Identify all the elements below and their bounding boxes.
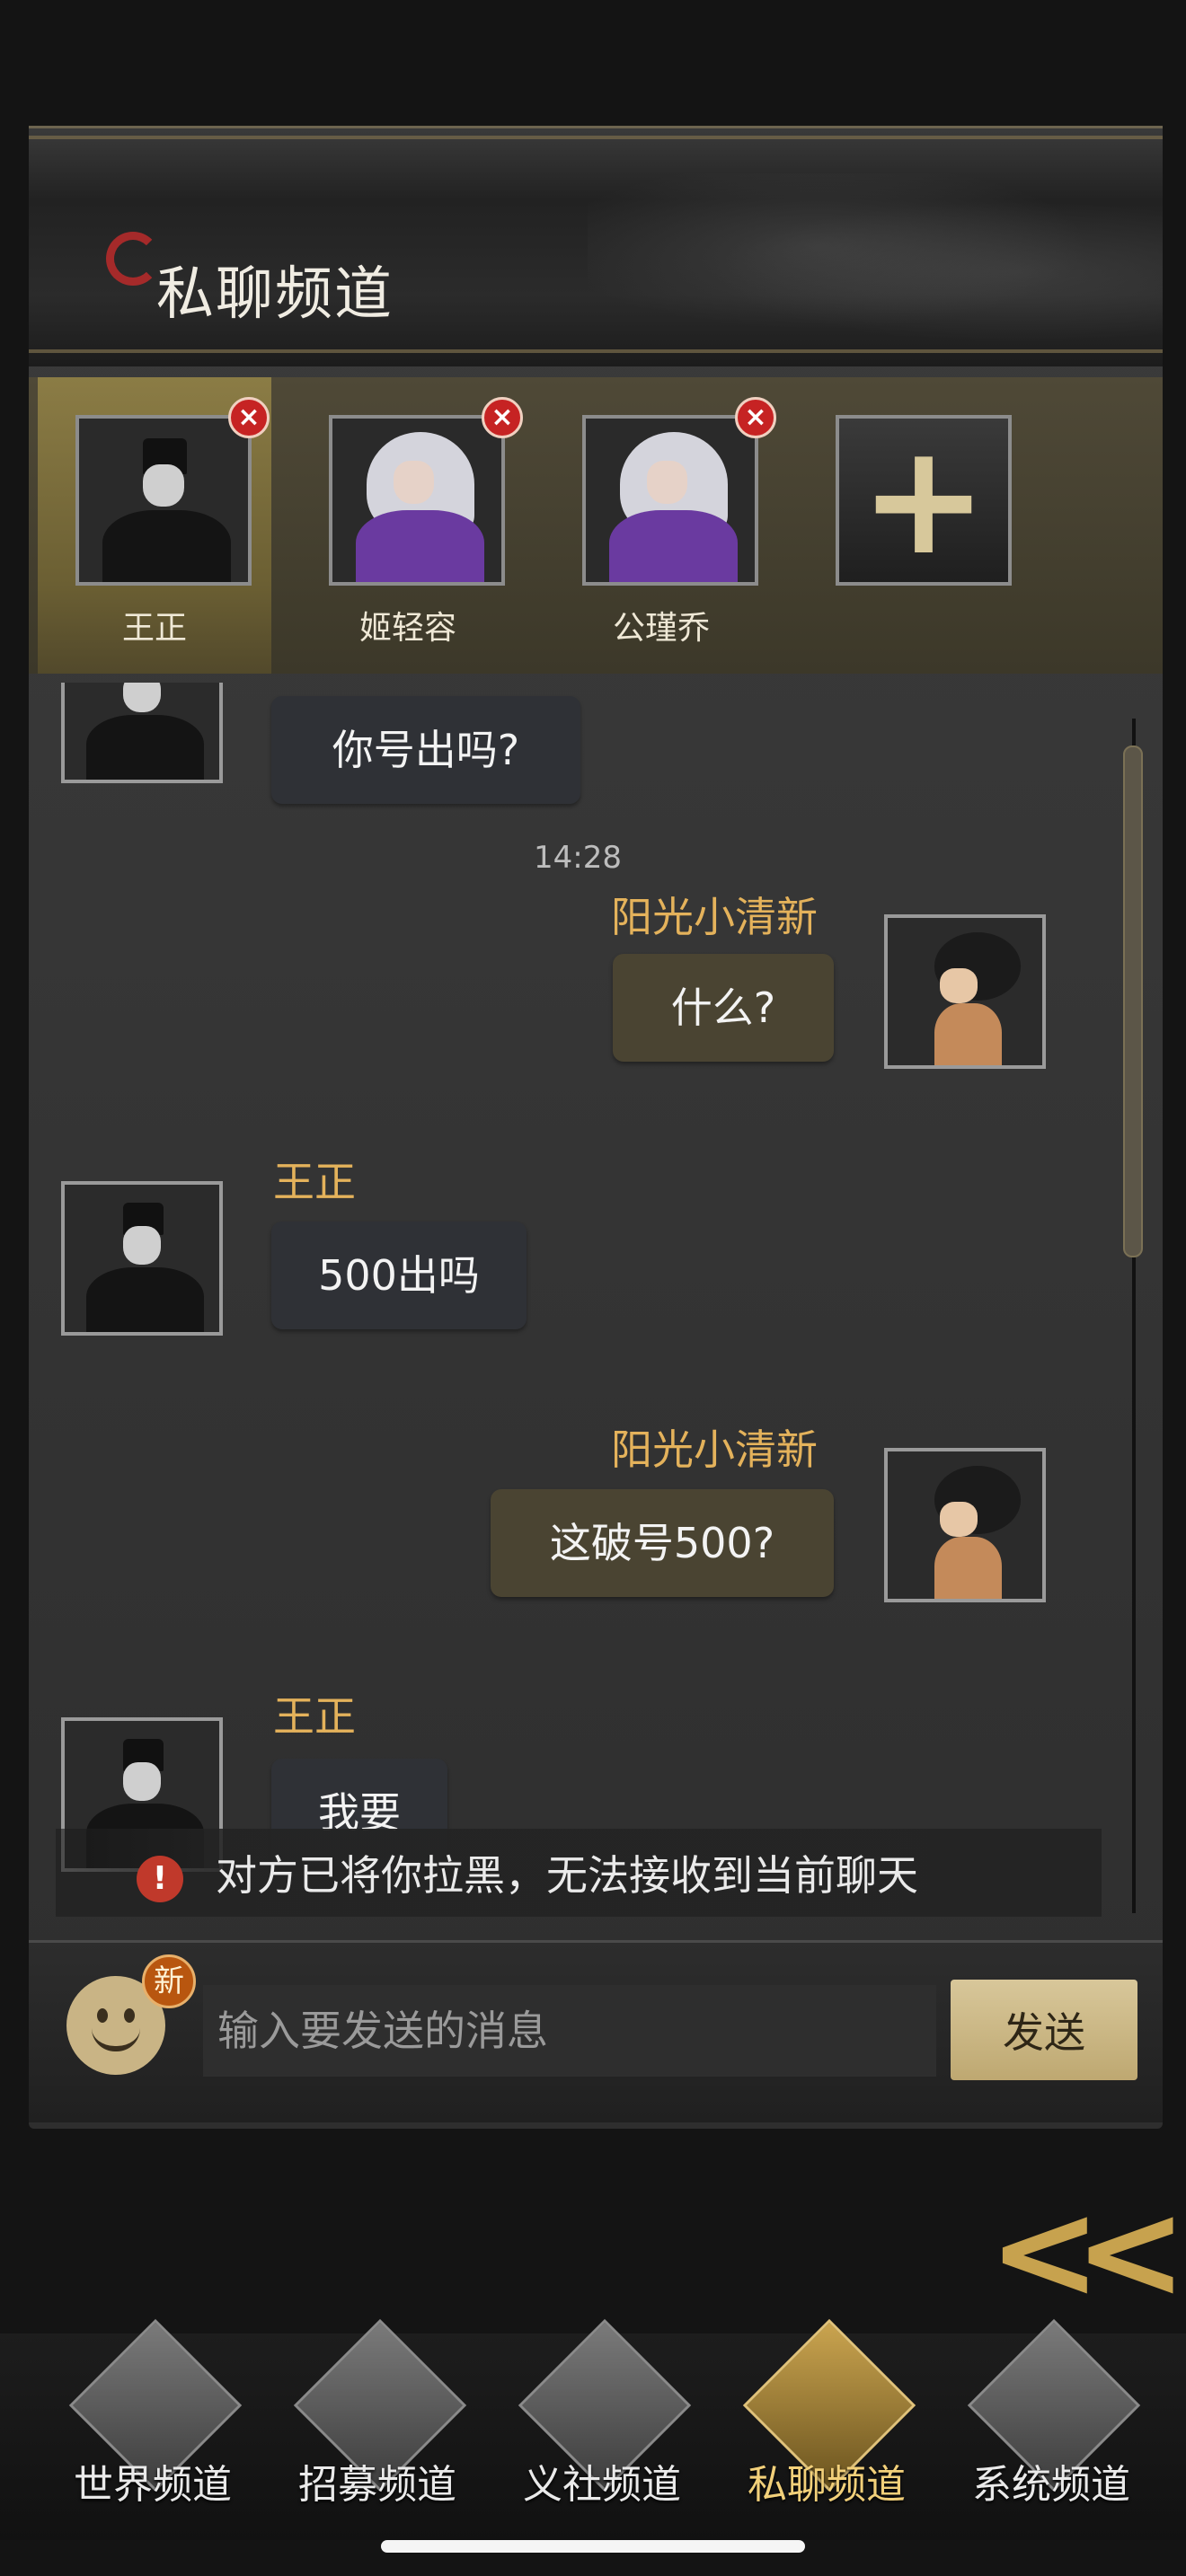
- page-title: 私聊频道: [156, 261, 394, 328]
- tab-label: 世界频道: [74, 2462, 232, 2508]
- tab-world-channel[interactable]: 世界频道: [45, 2318, 270, 2515]
- avatar-wangzheng[interactable]: [61, 683, 223, 783]
- header-stripe-top: [29, 136, 1163, 139]
- warning-icon: !: [137, 1856, 183, 1902]
- avatar-self[interactable]: [884, 1448, 1046, 1602]
- sender-name: 王正: [273, 1158, 356, 1206]
- avatar-self[interactable]: [884, 914, 1046, 1069]
- sender-name: 阳光小清新: [611, 1425, 818, 1474]
- home-indicator[interactable]: [381, 2540, 805, 2553]
- message-bubble: 你号出吗?: [271, 696, 580, 804]
- scrollbar-thumb[interactable]: [1123, 745, 1143, 1257]
- contact-name: 姬轻容: [358, 610, 456, 647]
- tab-recruit-channel[interactable]: 招募频道: [270, 2318, 494, 2515]
- close-icon[interactable]: ×: [735, 397, 776, 438]
- add-contact-button[interactable]: +: [798, 377, 1031, 674]
- block-notice-text: 对方已将你拉黑，无法接收到当前聊天: [216, 1851, 918, 1900]
- contact-name: 公瑾乔: [612, 610, 710, 647]
- close-icon[interactable]: ×: [228, 397, 270, 438]
- contact-name: 王正: [121, 610, 187, 647]
- sender-name: 王正: [273, 1692, 356, 1741]
- cloud-pattern: [588, 173, 1163, 353]
- avatar: [75, 415, 252, 586]
- send-button[interactable]: 发送: [951, 1980, 1137, 2080]
- character-portrait: [332, 419, 501, 582]
- message-bubble: 500出吗: [271, 1222, 527, 1329]
- avatar: [329, 415, 505, 586]
- tab-label: 招募频道: [298, 2462, 456, 2508]
- new-badge: 新: [142, 1954, 196, 2008]
- contact-tab-jiqingrong[interactable]: × 姬轻容: [291, 377, 525, 674]
- character-portrait: [79, 419, 248, 582]
- message-bubble: 这破号500?: [491, 1489, 834, 1597]
- close-icon[interactable]: ×: [482, 397, 523, 438]
- chat-log[interactable]: 你号出吗? 14:28 阳光小清新 什么? 王正 500出吗 阳光小清新 这破号…: [29, 683, 1125, 1913]
- sender-name: 阳光小清新: [611, 893, 818, 941]
- message-timestamp: 14:28: [534, 840, 622, 876]
- message-bubble: 什么?: [613, 954, 834, 1062]
- tab-system-channel[interactable]: 系统频道: [943, 2318, 1168, 2515]
- tab-label: 义社频道: [523, 2462, 681, 2508]
- tab-label: 系统频道: [972, 2462, 1130, 2508]
- character-portrait: [586, 419, 755, 582]
- contact-tab-wangzheng[interactable]: × 王正: [38, 377, 271, 674]
- collapse-arrow-icon[interactable]: <<: [988, 2174, 1186, 2330]
- tab-guild-channel[interactable]: 义社频道: [494, 2318, 719, 2515]
- message-input[interactable]: [203, 1985, 936, 2077]
- tab-label: 私聊频道: [748, 2462, 906, 2508]
- add-contact-frame: +: [836, 415, 1012, 586]
- plus-icon: +: [859, 411, 988, 589]
- contact-tab-gongjinqiao[interactable]: × 公瑾乔: [544, 377, 778, 674]
- avatar: [582, 415, 758, 586]
- title-emblem-icon: [106, 232, 160, 286]
- tab-private-channel[interactable]: 私聊频道: [719, 2318, 943, 2515]
- header-stripe-bottom: [29, 349, 1163, 353]
- avatar-wangzheng[interactable]: [61, 1181, 223, 1336]
